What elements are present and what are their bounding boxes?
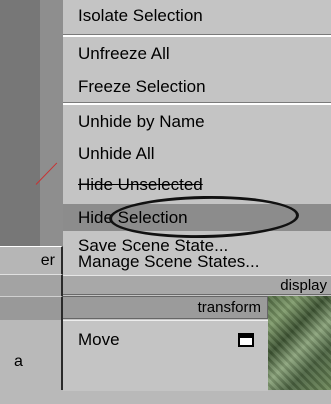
menu-item-freeze-selection[interactable]: Freeze Selection (63, 77, 331, 97)
left-header-strip (0, 274, 63, 296)
scene-background-foliage (268, 296, 331, 390)
annotation-circle (108, 194, 300, 240)
menu-item-hide-unselected[interactable]: Hide Unselected (63, 175, 331, 195)
menu-separator (63, 34, 331, 37)
move-label: Move (78, 330, 120, 349)
menu-separator (63, 102, 331, 105)
menu-item-unhide-by-name[interactable]: Unhide by Name (63, 112, 331, 132)
left-truncated-label-2: a (0, 320, 63, 390)
viewport-edge (0, 0, 40, 246)
menu-item-unhide-all[interactable]: Unhide All (63, 144, 331, 164)
viewport[interactable] (0, 0, 65, 246)
left-truncated-label: er (0, 246, 63, 274)
menu-item-isolate-selection[interactable]: Isolate Selection (63, 6, 331, 26)
left-header-strip-2 (0, 296, 63, 320)
menu-item-unfreeze-all[interactable]: Unfreeze All (63, 44, 331, 64)
transform-section-header: transform (63, 296, 268, 319)
display-section-header: display (63, 275, 331, 295)
menu-item-move[interactable]: Move (63, 320, 268, 391)
option-box-icon[interactable] (238, 333, 254, 347)
menu-item-manage-scene-states[interactable]: Manage Scene States... (63, 252, 331, 272)
